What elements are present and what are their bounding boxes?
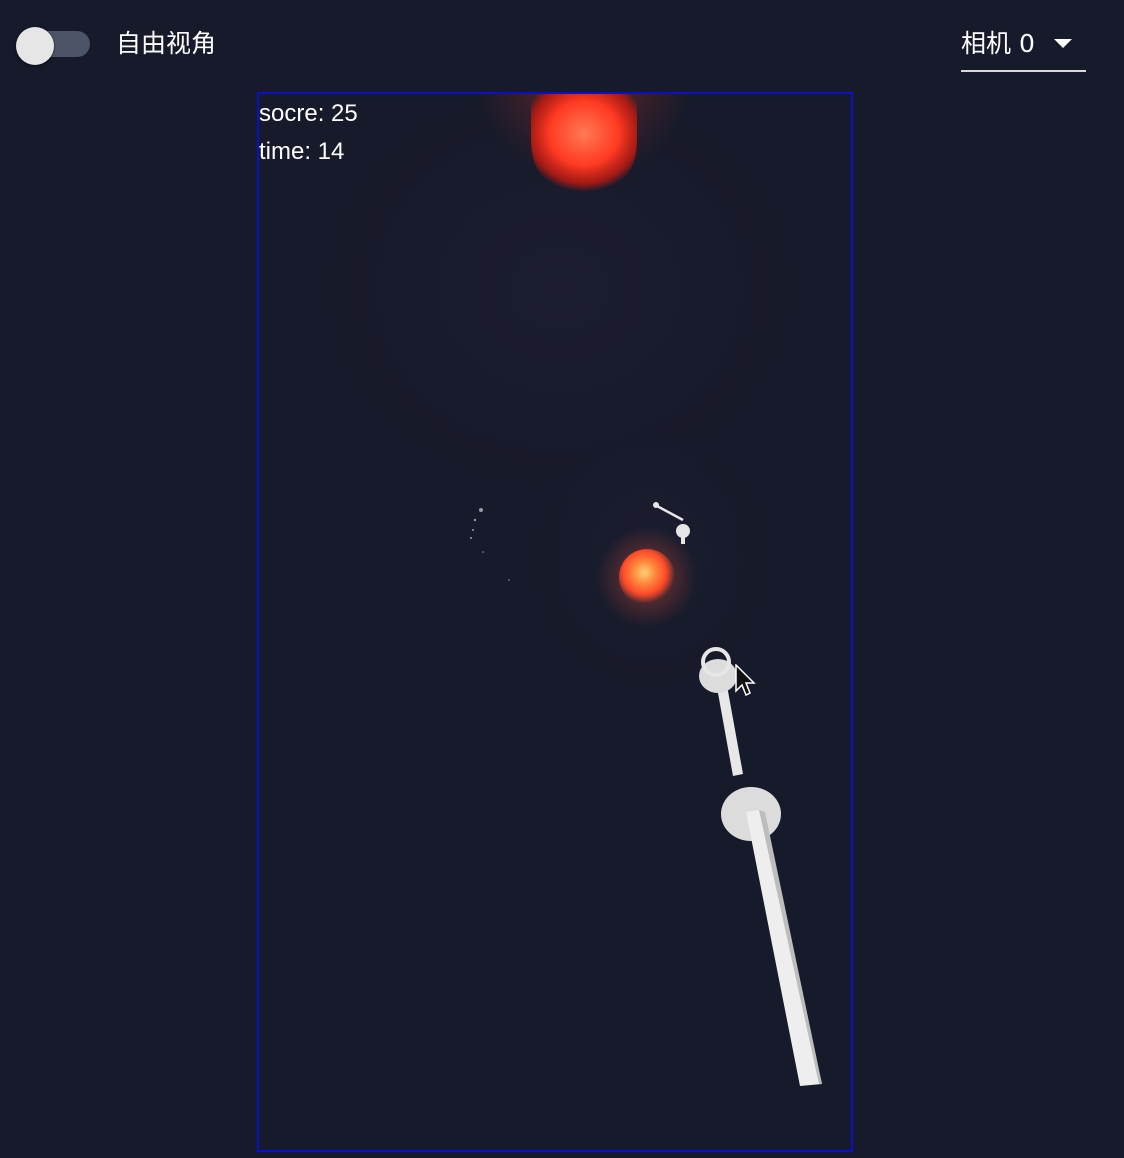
mouse-cursor-icon — [735, 664, 756, 697]
toggle-knob — [16, 27, 54, 65]
camera-select[interactable]: 相机 0 — [961, 22, 1086, 72]
time-text: time: 14 — [259, 138, 345, 165]
chevron-down-icon — [1054, 39, 1072, 48]
free-view-toggle[interactable] — [16, 27, 90, 65]
game-scene — [259, 94, 851, 1086]
glowing-ball — [619, 549, 675, 605]
free-view-label: 自由视角 — [116, 29, 217, 58]
small-stick-tip — [653, 502, 659, 508]
lower-paddle-handle-edge — [759, 810, 822, 1084]
camera-select-value: 相机 0 — [961, 29, 1035, 58]
top-toolbar: 自由视角 相机 0 — [0, 0, 1124, 90]
top-red-light — [531, 94, 637, 192]
score-text: socre: 25 — [259, 100, 358, 127]
game-canvas[interactable]: socre: 25 time: 14 — [257, 92, 853, 1152]
